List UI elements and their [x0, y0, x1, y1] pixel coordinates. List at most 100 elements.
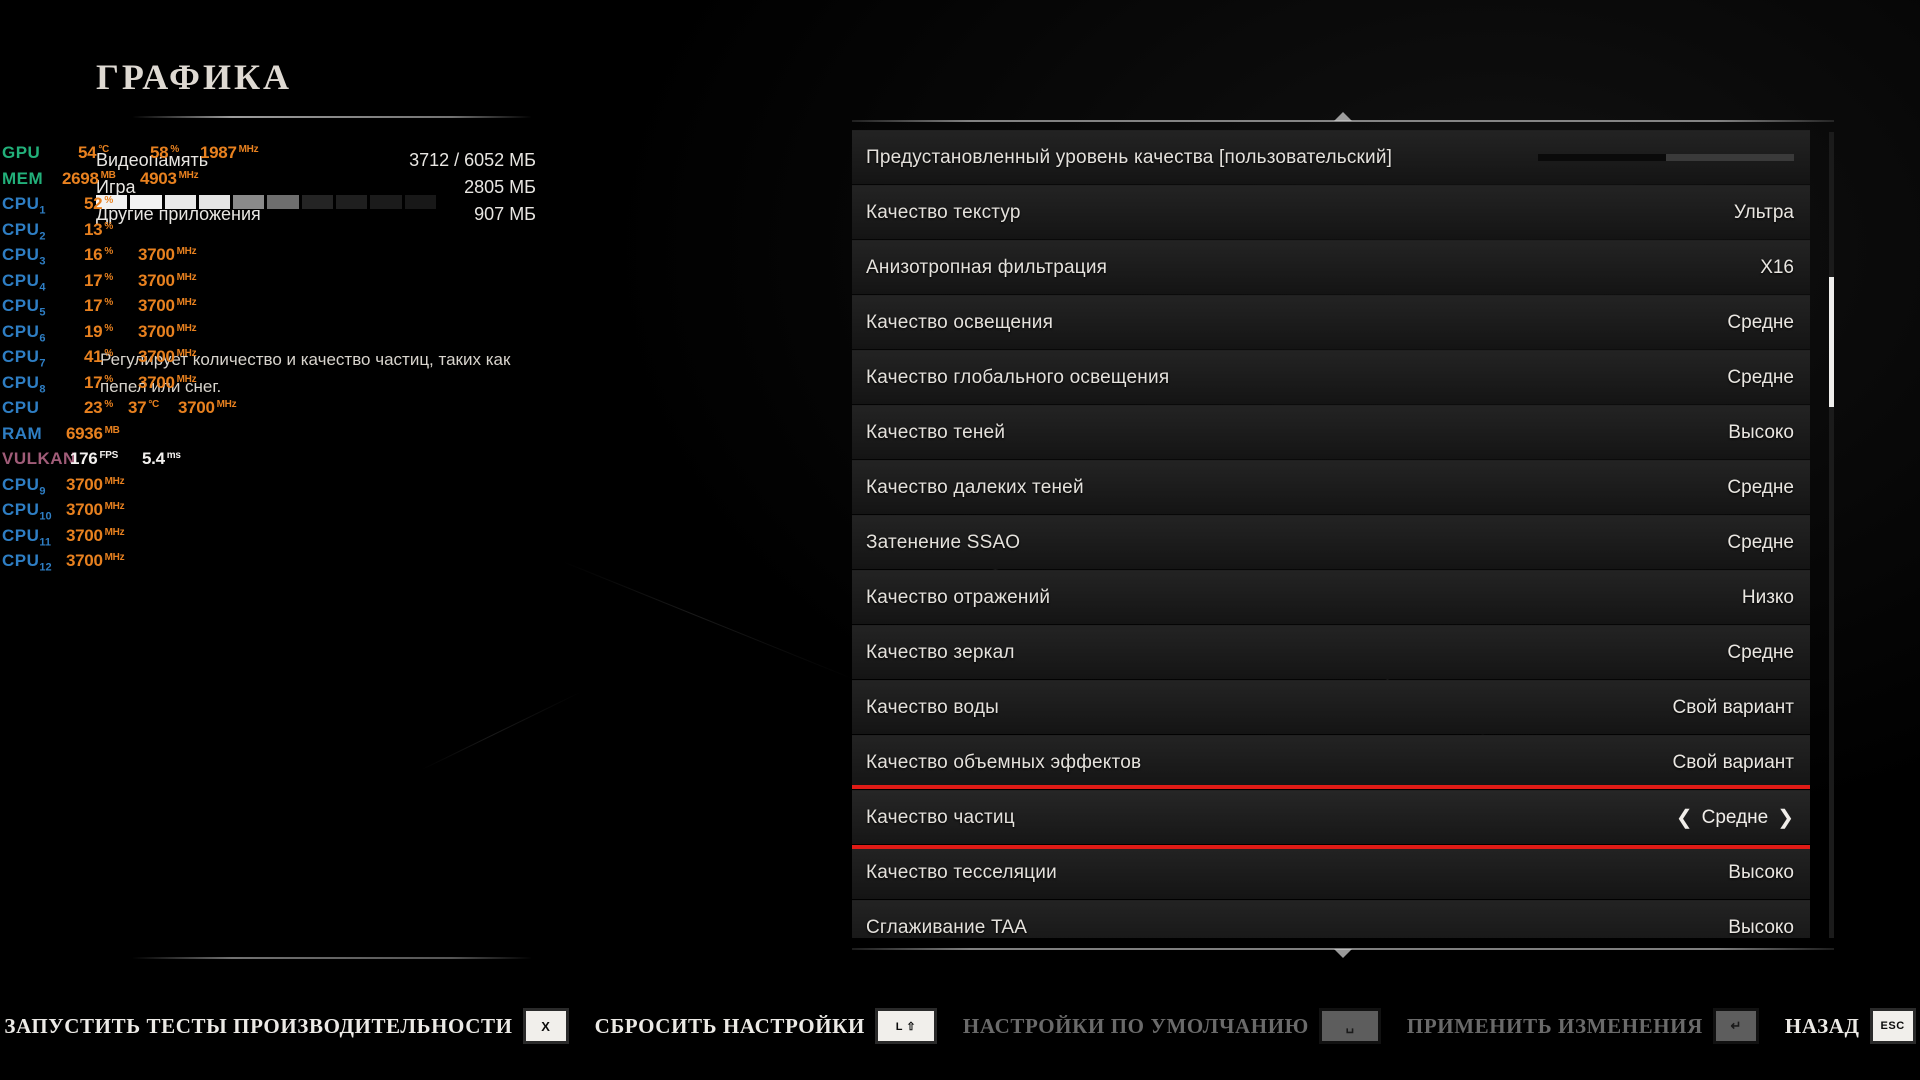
hud-sensor-value: 17% — [84, 296, 113, 315]
hud-sensor-value: 19% — [84, 321, 113, 341]
memory-gauge-segment — [370, 195, 402, 209]
setting-row[interactable]: Качество глобального освещения Средне — [852, 350, 1810, 404]
setting-row[interactable]: Сглаживание TAA Высоко — [852, 900, 1810, 938]
hud-sensor-value: 23% — [84, 398, 113, 417]
setting-row[interactable]: Качество далеких теней Средне — [852, 460, 1810, 514]
hud-sensor-value: 17% — [84, 372, 113, 392]
hud-sensor-label: RAM — [2, 423, 43, 443]
settings-scrollbar[interactable] — [1829, 132, 1834, 938]
setting-label: Качество далеких теней — [866, 476, 1084, 498]
hud-sensor-value: 52% — [84, 194, 113, 213]
hud-sensor-label: VULKAN — [2, 449, 76, 468]
hud-sensor-value: 4903 MHz — [140, 168, 199, 188]
setting-label: Качество теней — [866, 421, 1006, 443]
chevron-down-icon — [1334, 949, 1352, 958]
memory-readout-value: 2805 МБ — [464, 177, 536, 197]
memory-gauge-segment — [336, 195, 368, 209]
preset-quality-slider[interactable] — [1538, 154, 1794, 161]
memory-readout-value: 3712 / 6052 МБ — [409, 150, 536, 170]
setting-label: Качество объемных эффектов — [866, 751, 1142, 773]
hud-sensor-value: 16% — [84, 245, 113, 264]
setting-row[interactable]: Качество воды Свой вариант — [852, 680, 1810, 734]
hud-sensor-value: 3700 MHz — [138, 347, 197, 366]
hud-sensor-value: 3700 MHz — [66, 500, 125, 519]
setting-value: X16 — [1760, 256, 1794, 278]
setting-label: Сглаживание TAA — [866, 916, 1028, 938]
settings-scrollbar-thumb[interactable] — [1829, 277, 1834, 407]
action-bar: Запустить тесты производительности X Сброс… — [0, 1006, 1920, 1046]
chevron-up-icon — [1334, 112, 1352, 121]
action-button[interactable]: Запустить тесты производительности X — [4, 1008, 569, 1044]
hud-sensor-value: 58% — [150, 143, 179, 162]
setting-row[interactable]: Затенение SSAO Средне — [852, 515, 1810, 569]
memory-gauge-segment — [301, 195, 334, 209]
action-key-hint: L ⇧ — [874, 1008, 937, 1044]
hud-sensor-value: 3700 MHz — [66, 525, 125, 545]
setting-row[interactable]: Предустановленный уровень качества [поль… — [852, 130, 1810, 184]
game-graphics-settings-screen: ГРАФИКА Видеопамять 3712 / 6052 МБ Игра 280… — [0, 0, 1920, 1080]
setting-value: Средне — [1701, 806, 1769, 828]
hud-sensor-value: 3700 MHz — [178, 398, 237, 417]
setting-value: Высоко — [1728, 861, 1794, 883]
setting-value: Средне — [1727, 476, 1794, 498]
setting-row[interactable]: Качество отражений Низко — [852, 570, 1810, 624]
action-key-hint: ␣ — [1318, 1008, 1381, 1044]
panel-top-divider — [852, 112, 1834, 122]
action-key-hint: ESC — [1869, 1008, 1916, 1044]
hud-sensor-value: 2698 MB — [62, 168, 116, 188]
setting-value: Низко — [1741, 586, 1794, 608]
hud-sensor-label: CPU12 — [2, 551, 52, 574]
chevron-left-icon[interactable]: ❮ — [1676, 808, 1693, 828]
action-button: Применить изменения ↵ — [1407, 1008, 1759, 1044]
setting-value: Средне — [1727, 366, 1794, 388]
memory-readout-value: 907 МБ — [474, 204, 536, 224]
action-button[interactable]: Назад ESC — [1785, 1008, 1916, 1044]
setting-row-selected[interactable]: Качество частиц ❮ Средне ❯ — [852, 785, 1810, 849]
action-button: Настройки по умолчанию ␣ — [963, 1008, 1381, 1044]
setting-label: Качество текстур — [866, 201, 1021, 223]
hud-sensor-value: 6936 MB — [66, 423, 120, 443]
memory-gauge-segment — [130, 195, 162, 209]
action-button[interactable]: Сбросить настройки L ⇧ — [595, 1008, 937, 1044]
hud-sensor-label: CPU — [2, 398, 40, 417]
settings-panel: Предустановленный уровень качества [поль… — [852, 112, 1834, 958]
title-divider — [132, 116, 532, 118]
memory-gauge-segment — [404, 195, 436, 209]
hud-sensor-value: 41% — [84, 347, 113, 366]
setting-value: Свой вариант — [1672, 751, 1794, 773]
memory-gauge-segment — [198, 195, 231, 209]
background-streak — [559, 560, 857, 681]
setting-label: Качество тесселяции — [866, 861, 1057, 883]
settings-row-list: Предустановленный уровень качества [поль… — [852, 130, 1810, 938]
hud-sensor-value: 3700 MHz — [138, 245, 197, 264]
hud-sensor-value: 5.4 ms — [142, 449, 181, 468]
setting-label: Качество освещения — [866, 311, 1054, 333]
hud-sensor-value: 54 °C — [78, 143, 109, 162]
setting-row[interactable]: Качество зеркал Средне — [852, 625, 1810, 679]
hud-sensor-value: 3700 MHz — [138, 270, 197, 290]
chevron-right-icon[interactable]: ❯ — [1777, 808, 1794, 828]
setting-label: Затенение SSAO — [866, 531, 1021, 553]
hud-sensor-label: GPU — [2, 143, 41, 162]
video-memory-gauge — [96, 195, 436, 209]
setting-row[interactable]: Качество объемных эффектов Свой вариант — [852, 735, 1810, 789]
setting-row[interactable]: Качество тесселяции Высоко — [852, 845, 1810, 899]
hud-sensor-value: 13% — [84, 219, 113, 239]
setting-value: Средне — [1727, 531, 1794, 553]
hud-sensor-value: 3700 MHz — [138, 372, 197, 392]
setting-label: Качество воды — [866, 696, 999, 718]
setting-row[interactable]: Качество теней Высоко — [852, 405, 1810, 459]
hud-sensor-value: 37 °C — [128, 398, 159, 417]
memory-gauge-segment — [233, 195, 265, 209]
panel-bottom-divider — [852, 948, 1834, 958]
hud-sensor-value: 3700 MHz — [138, 321, 197, 341]
setting-row[interactable]: Качество текстур Ультра — [852, 185, 1810, 239]
background-streak — [419, 691, 583, 771]
setting-value: Средне — [1727, 641, 1794, 663]
action-label: Сбросить настройки — [594, 1013, 865, 1038]
setting-value: Высоко — [1728, 421, 1794, 443]
setting-row[interactable]: Качество освещения Средне — [852, 295, 1810, 349]
setting-value: Свой вариант — [1672, 696, 1794, 718]
action-label: Назад — [1784, 1013, 1860, 1038]
setting-row[interactable]: Анизотропная фильтрация X16 — [852, 240, 1810, 294]
